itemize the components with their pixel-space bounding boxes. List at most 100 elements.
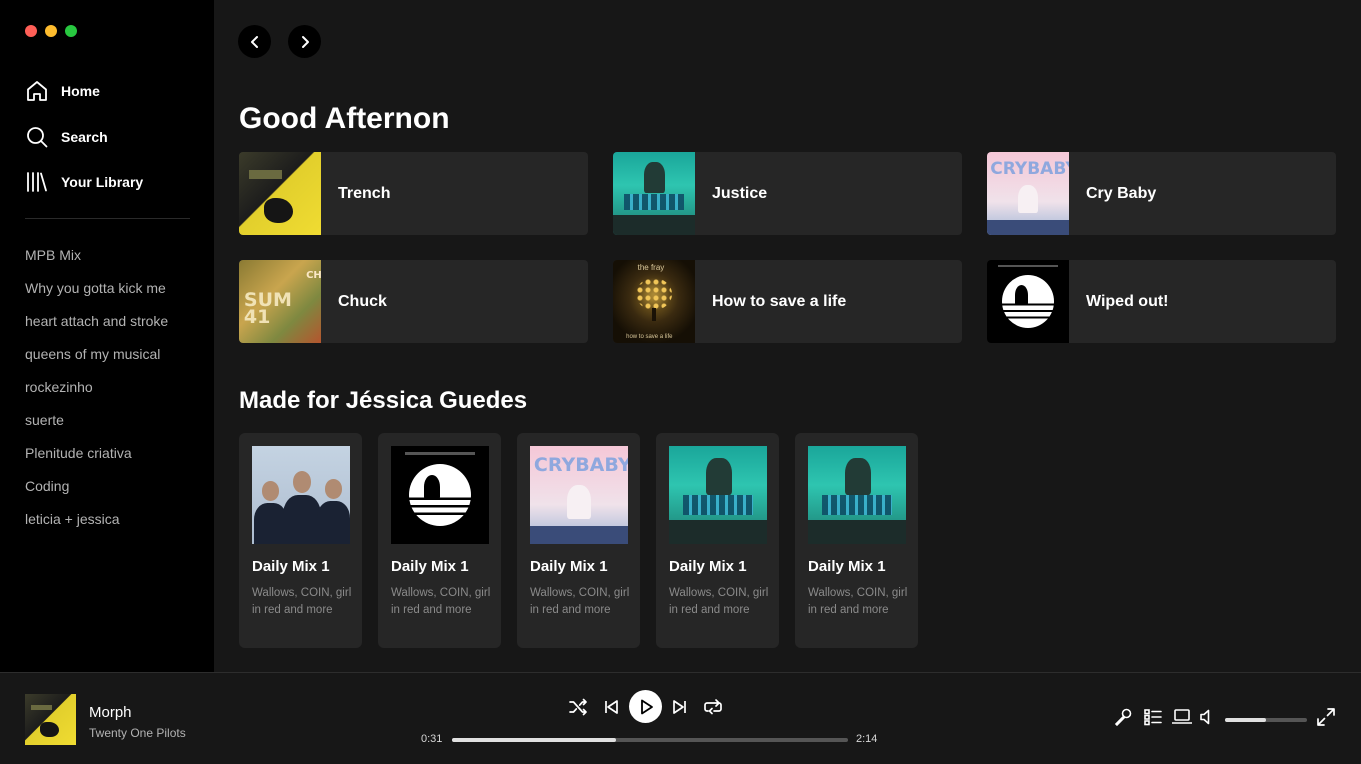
album-art: [239, 152, 321, 235]
queue-icon: [1144, 709, 1162, 726]
fullscreen-icon: [1317, 708, 1335, 726]
quick-picks-grid: Trench Justice CRYBABY Cry Baby SUM 41 CH…: [239, 152, 1336, 343]
chevron-left-icon: [250, 35, 258, 48]
nav-item-home[interactable]: Home: [25, 78, 195, 104]
mix-art: [808, 446, 906, 544]
next-icon: [673, 699, 686, 714]
playback-controls: [566, 690, 725, 723]
playlist-item[interactable]: MPB Mix: [25, 245, 168, 278]
mix-card[interactable]: Daily Mix 1 Wallows, COIN, girl in red a…: [239, 433, 362, 648]
previous-icon: [605, 699, 618, 714]
quick-pick-title: How to save a life: [712, 292, 847, 310]
player-bar: Morph Twenty One Pilots 0:31 2:14: [0, 672, 1361, 764]
play-button[interactable]: [629, 690, 662, 723]
repeat-icon: [704, 698, 722, 714]
devices-button[interactable]: [1171, 707, 1193, 732]
nav-item-search[interactable]: Search: [25, 124, 195, 150]
shuffle-icon: [569, 698, 587, 715]
window-controls: [25, 25, 77, 37]
total-time: 2:14: [856, 733, 878, 745]
volume-slider[interactable]: [1225, 718, 1307, 722]
main-nav: Home Search Your Library: [25, 78, 195, 215]
playlist-item[interactable]: leticia + jessica: [25, 509, 168, 542]
library-icon: [25, 170, 49, 194]
fullscreen-button[interactable]: [1316, 707, 1336, 732]
quick-pick-card[interactable]: CRYBABY Cry Baby: [987, 152, 1336, 235]
mix-art: [669, 446, 767, 544]
mix-card[interactable]: Daily Mix 1 Wallows, COIN, girl in red a…: [378, 433, 501, 648]
volume-icon: [1200, 709, 1210, 725]
mix-art: [391, 446, 489, 544]
playlist-list: MPB Mix Why you gotta kick me heart atta…: [25, 245, 168, 542]
mix-card[interactable]: Daily Mix 1 Wallows, COIN, girl in red a…: [656, 433, 779, 648]
playlist-item[interactable]: Coding: [25, 476, 168, 509]
elapsed-time: 0:31: [421, 733, 443, 745]
forward-button[interactable]: [288, 25, 321, 58]
quick-pick-title: Cry Baby: [1086, 184, 1157, 202]
quick-pick-card[interactable]: the fray how to save a life How to save a…: [613, 260, 962, 343]
play-icon: [640, 699, 653, 714]
album-art: [987, 260, 1069, 343]
sidebar-divider: [25, 218, 190, 219]
playlist-item[interactable]: heart attach and stroke: [25, 311, 168, 344]
mix-card[interactable]: CRYBABY Daily Mix 1 Wallows, COIN, girl …: [517, 433, 640, 648]
nav-label: Search: [61, 128, 108, 145]
mix-art: CRYBABY: [530, 446, 628, 544]
nav-item-library[interactable]: Your Library: [25, 169, 195, 195]
now-playing-title[interactable]: Morph: [89, 704, 132, 721]
album-art: [613, 152, 695, 235]
minimize-window-button[interactable]: [45, 25, 57, 37]
mix-title: Daily Mix 1: [252, 558, 330, 575]
quick-pick-card[interactable]: Justice: [613, 152, 962, 235]
devices-icon: [1172, 709, 1192, 724]
album-art: the fray how to save a life: [613, 260, 695, 343]
repeat-button[interactable]: [701, 695, 725, 719]
progress-fill: [452, 738, 617, 742]
mix-card[interactable]: Daily Mix 1 Wallows, COIN, girl in red a…: [795, 433, 918, 648]
shuffle-button[interactable]: [566, 695, 590, 719]
progress-bar[interactable]: [452, 738, 848, 742]
quick-pick-title: Trench: [338, 184, 391, 202]
maximize-window-button[interactable]: [65, 25, 77, 37]
playlist-item[interactable]: Plenitude criativa: [25, 443, 168, 476]
now-playing-art[interactable]: [25, 694, 76, 745]
lyrics-button[interactable]: [1113, 707, 1133, 732]
back-button[interactable]: [238, 25, 271, 58]
queue-button[interactable]: [1143, 707, 1163, 732]
mix-description: Wallows, COIN, girl in red and more: [669, 587, 769, 616]
quick-pick-card[interactable]: Wiped out!: [987, 260, 1336, 343]
quick-pick-card[interactable]: Trench: [239, 152, 588, 235]
nav-label: Home: [61, 83, 100, 99]
previous-button[interactable]: [599, 695, 623, 719]
volume-fill: [1225, 718, 1266, 722]
now-playing-artist[interactable]: Twenty One Pilots: [89, 726, 186, 740]
quick-pick-title: Wiped out!: [1086, 292, 1169, 310]
greeting-heading: Good Afternon: [239, 102, 450, 135]
close-window-button[interactable]: [25, 25, 37, 37]
playlist-item[interactable]: queens of my musical: [25, 344, 168, 377]
next-button[interactable]: [668, 695, 692, 719]
mix-title: Daily Mix 1: [391, 558, 469, 575]
mix-description: Wallows, COIN, girl in red and more: [391, 587, 491, 616]
album-art: CRYBABY: [987, 152, 1069, 235]
playlist-item[interactable]: Why you gotta kick me: [25, 278, 168, 311]
daily-mix-row: Daily Mix 1 Wallows, COIN, girl in red a…: [239, 433, 918, 648]
quick-pick-title: Chuck: [338, 292, 387, 310]
nav-label: Your Library: [61, 174, 144, 190]
search-icon: [25, 125, 49, 149]
mix-art: [252, 446, 350, 544]
playlist-item[interactable]: suerte: [25, 410, 168, 443]
mute-button[interactable]: [1198, 707, 1216, 732]
quick-pick-title: Justice: [712, 184, 768, 202]
mix-description: Wallows, COIN, girl in red and more: [808, 587, 908, 616]
main-content: Good Afternon Trench Justice CRYBABY Cry…: [214, 0, 1361, 672]
playlist-item[interactable]: rockezinho: [25, 377, 168, 410]
sidebar: Home Search Your Library MPB Mix Why you…: [0, 0, 214, 672]
mix-description: Wallows, COIN, girl in red and more: [252, 587, 352, 616]
home-icon: [25, 79, 49, 103]
mix-title: Daily Mix 1: [669, 558, 747, 575]
made-for-heading: Made for Jéssica Guedes: [239, 387, 528, 414]
quick-pick-card[interactable]: SUM 41CHUCK Chuck: [239, 260, 588, 343]
album-art: SUM 41CHUCK: [239, 260, 321, 343]
mix-title: Daily Mix 1: [808, 558, 886, 575]
